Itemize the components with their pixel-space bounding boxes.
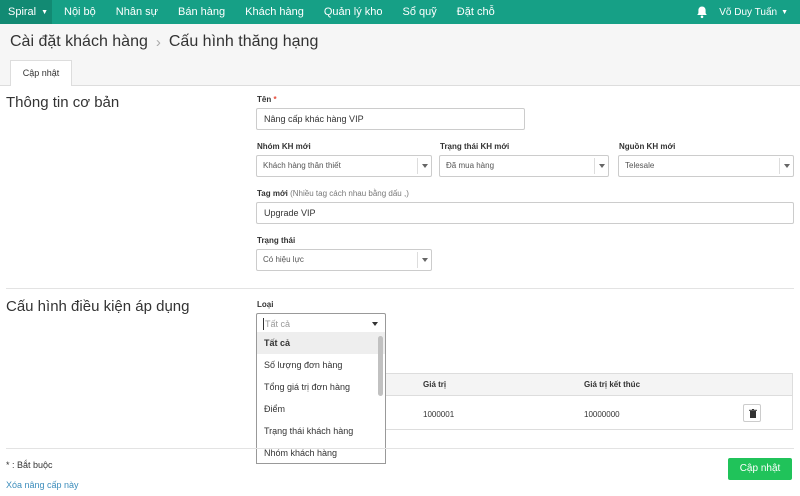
dropdown-option-points[interactable]: Điểm — [257, 398, 385, 420]
brand-label: Spiral — [8, 6, 37, 18]
section-title-conditions: Cấu hình điều kiện áp dụng — [6, 298, 190, 315]
dropdown-option-order-count[interactable]: Số lượng đơn hàng — [257, 354, 385, 376]
required-mark: * — [273, 95, 277, 104]
source-select-value: Telesale — [625, 161, 655, 170]
dropdown-option-customer-status[interactable]: Trạng thái khách hàng — [257, 420, 385, 442]
dropdown-option-all[interactable]: Tất cả — [257, 332, 385, 354]
text-cursor — [263, 318, 264, 330]
nav-item-quan-ly-kho[interactable]: Quản lý kho — [314, 0, 393, 24]
user-name[interactable]: Võ Duy Tuấn — [719, 7, 777, 18]
type-select-placeholder: Tất cả — [265, 319, 291, 329]
name-input[interactable]: Nâng cấp khác hàng VIP — [256, 108, 525, 130]
tag-input[interactable]: Upgrade VIP — [256, 202, 794, 224]
footer-divider — [6, 448, 794, 449]
top-nav: Spiral ▼ Nội bộ Nhân sự Bán hàng Khách h… — [0, 0, 800, 24]
section-title-basic: Thông tin cơ bản — [6, 94, 120, 111]
trash-icon — [749, 409, 757, 418]
breadcrumb-parent[interactable]: Cài đặt khách hàng — [10, 33, 148, 51]
column-header-end-value: Giá trị kết thúc — [584, 380, 641, 389]
tab-update[interactable]: Cập nhật — [10, 60, 72, 87]
status-kh-select-value: Đã mua hàng — [446, 161, 495, 170]
name-label-text: Tên — [257, 95, 272, 104]
chevron-down-icon — [594, 158, 608, 174]
type-dropdown-list: Tất cả Số lượng đơn hàng Tổng giá trị đơ… — [256, 332, 386, 464]
delete-upgrade-link[interactable]: Xóa nâng cấp này — [6, 480, 79, 490]
caret-down-icon: ▼ — [41, 8, 49, 16]
group-select[interactable]: Khách hàng thân thiết — [256, 155, 432, 177]
required-note: * : Bắt buộc — [6, 460, 53, 470]
nav-item-noi-bo[interactable]: Nội bộ — [52, 0, 106, 24]
state-select[interactable]: Có hiệu lực — [256, 249, 432, 271]
tag-label-text: Tag mới — [257, 189, 288, 198]
status-kh-label: Trạng thái KH mới — [440, 142, 510, 151]
nav-right: Võ Duy Tuấn ▼ — [695, 0, 788, 24]
dropdown-option-order-total[interactable]: Tổng giá trị đơn hàng — [257, 376, 385, 398]
type-label: Loại — [257, 300, 274, 309]
chevron-down-icon — [779, 158, 793, 174]
name-label: Tên * — [257, 95, 277, 104]
table-cell-value: 1000001 — [423, 410, 455, 419]
nav-item-nhan-su[interactable]: Nhân sự — [106, 0, 168, 24]
nav-item-khach-hang[interactable]: Khách hàng — [235, 0, 314, 24]
main-panel: Thông tin cơ bản Tên * Nâng cấp khác hàn… — [0, 86, 800, 496]
delete-row-button[interactable] — [743, 404, 761, 422]
chevron-down-icon — [417, 158, 431, 174]
section-divider — [6, 288, 794, 289]
caret-down-icon — [372, 322, 378, 326]
table-cell-end-value: 10000000 — [584, 410, 620, 419]
dropdown-scrollbar[interactable] — [378, 336, 383, 396]
submit-button[interactable]: Cập nhật — [728, 458, 792, 480]
status-kh-select[interactable]: Đã mua hàng — [439, 155, 609, 177]
source-select[interactable]: Telesale — [618, 155, 794, 177]
column-header-value: Giá trị — [423, 380, 447, 389]
group-select-value: Khách hàng thân thiết — [263, 161, 341, 170]
caret-down-icon: ▼ — [781, 8, 788, 16]
chevron-right-icon: › — [155, 33, 161, 51]
nav-item-so-quy[interactable]: Sổ quỹ — [393, 0, 447, 24]
chevron-down-icon — [417, 252, 431, 268]
state-select-value: Có hiệu lực — [263, 255, 304, 264]
dropdown-option-customer-group[interactable]: Nhóm khách hàng — [257, 442, 385, 463]
tag-hint: (Nhiều tag cách nhau bằng dấu ,) — [290, 189, 409, 198]
brand-menu[interactable]: Spiral ▼ — [0, 0, 52, 24]
nav-item-ban-hang[interactable]: Bán hàng — [168, 0, 235, 24]
group-label: Nhóm KH mới — [257, 142, 311, 151]
breadcrumb: Cài đặt khách hàng › Cấu hình thăng hạng — [10, 33, 318, 51]
tag-label: Tag mới (Nhiều tag cách nhau bằng dấu ,) — [257, 189, 409, 198]
state-label: Trạng thái — [257, 236, 296, 245]
tab-bar: Cập nhật — [0, 60, 800, 87]
page-title: Cấu hình thăng hạng — [168, 33, 319, 50]
bell-icon[interactable] — [695, 5, 709, 19]
nav-item-dat-cho[interactable]: Đặt chỗ — [447, 0, 505, 24]
source-label: Nguồn KH mới — [619, 142, 676, 151]
